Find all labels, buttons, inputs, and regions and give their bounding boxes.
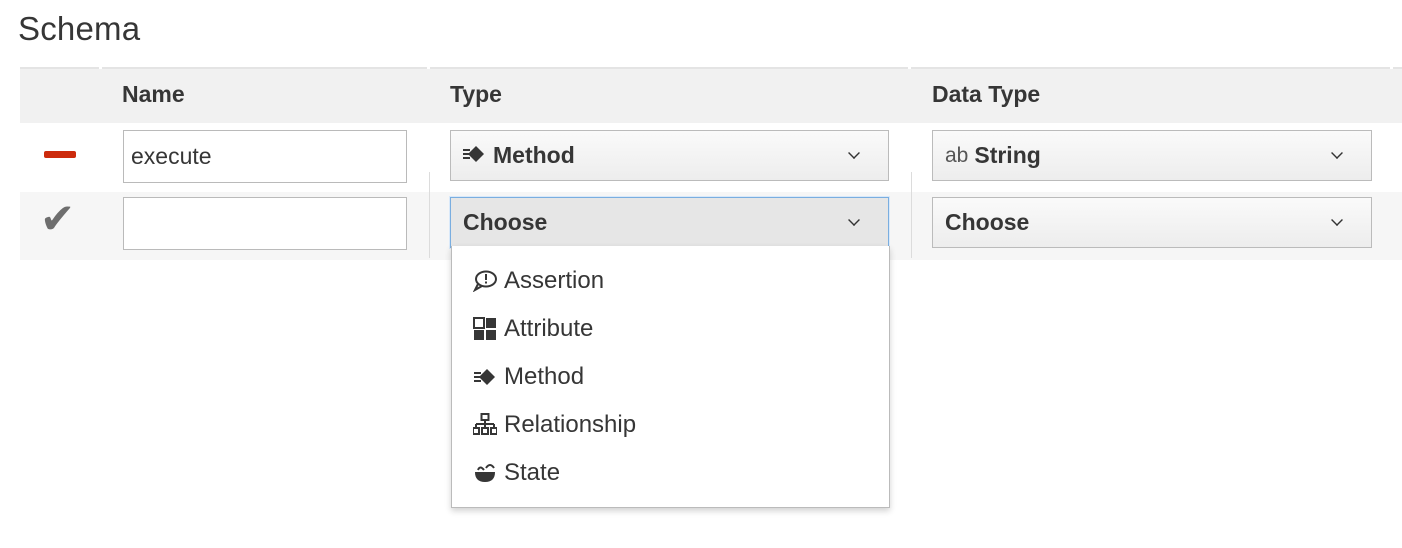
dropdown-option-label: Method (504, 363, 585, 390)
relationship-tree-icon (472, 413, 498, 437)
chevron-down-icon (1331, 147, 1343, 159)
type-select-value: Method (493, 142, 575, 168)
method-icon (463, 142, 485, 169)
data-type-select-value: Choose (945, 209, 1030, 235)
chevron-down-icon (848, 214, 860, 226)
schema-table: Name Type Data Type Method ab String (20, 67, 1402, 260)
dropdown-option-label: Relationship (504, 411, 637, 438)
table-header: Name Type Data Type (20, 67, 1402, 123)
dropdown-option-assertion[interactable]: Assertion (472, 257, 604, 305)
header-divider (1390, 67, 1393, 69)
confirm-check-icon[interactable]: ✔ (40, 198, 75, 240)
assertion-speech-icon (472, 270, 498, 292)
dropdown-option-method[interactable]: Method (472, 353, 584, 401)
header-type: Type (450, 81, 502, 107)
header-divider (99, 67, 102, 69)
type-dropdown-menu: Assertion Attribute Method Relationship … (451, 246, 890, 508)
dropdown-option-state[interactable]: State (472, 449, 560, 497)
dropdown-option-label: State (504, 459, 561, 486)
dropdown-option-label: Attribute (504, 315, 594, 342)
dropdown-option-label: Assertion (504, 267, 605, 294)
name-input[interactable] (123, 130, 407, 183)
column-divider (911, 172, 912, 258)
attribute-grid-icon (472, 317, 498, 341)
header-divider (427, 67, 430, 69)
data-type-select[interactable]: Choose (932, 197, 1372, 248)
dropdown-option-attribute[interactable]: Attribute (472, 305, 593, 353)
state-icon (472, 462, 498, 484)
header-divider (908, 67, 911, 69)
data-type-select-value: String (974, 142, 1041, 168)
chevron-down-icon (848, 147, 860, 159)
data-type-select[interactable]: ab String (932, 130, 1372, 181)
column-divider (429, 172, 430, 258)
table-row: Method ab String (20, 123, 1402, 192)
name-input[interactable] (123, 197, 407, 250)
type-select[interactable]: Choose (450, 197, 889, 248)
remove-minus-icon[interactable] (44, 151, 76, 158)
string-type-icon: ab (945, 143, 969, 167)
chevron-down-icon (1331, 214, 1343, 226)
header-name: Name (122, 81, 185, 107)
type-select-value: Choose (463, 209, 548, 235)
method-icon (472, 368, 498, 386)
page-title: Schema (18, 10, 141, 47)
type-select[interactable]: Method (450, 130, 889, 181)
header-data-type: Data Type (932, 81, 1041, 107)
dropdown-option-relationship[interactable]: Relationship (472, 401, 636, 449)
